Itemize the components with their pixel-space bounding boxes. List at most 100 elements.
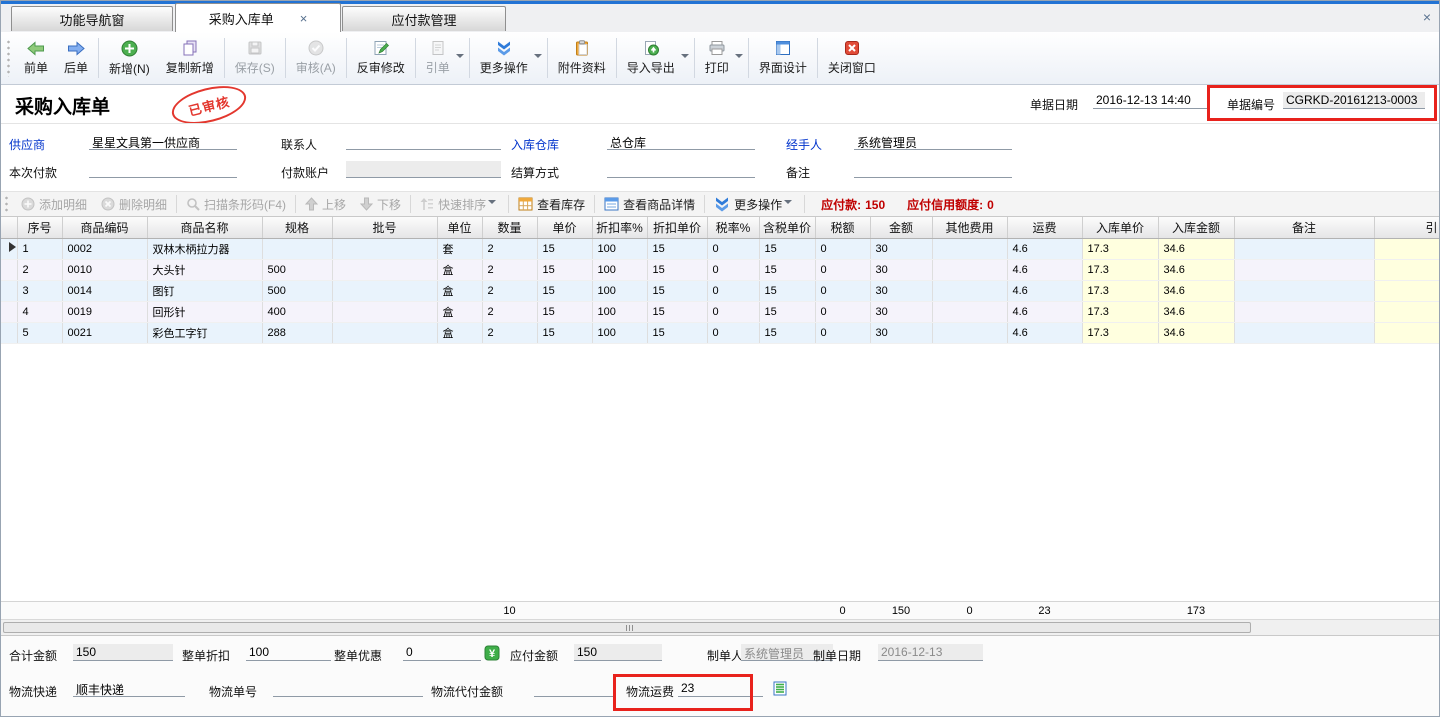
cell[interactable] — [332, 322, 437, 343]
detail-button-stock[interactable]: 查看库存 — [511, 196, 592, 213]
column-header-15[interactable]: 运费 — [1007, 217, 1082, 238]
cell[interactable]: 套 — [437, 238, 482, 259]
cell[interactable]: 彩色工字钉 — [147, 322, 262, 343]
cell[interactable]: 4 — [17, 301, 62, 322]
cell[interactable]: 30 — [870, 301, 932, 322]
cell[interactable]: 15 — [759, 259, 815, 280]
cell[interactable]: 100 — [592, 301, 647, 322]
cell[interactable]: 15 — [759, 238, 815, 259]
toolbar-button-chevrons[interactable]: 更多操作 — [472, 35, 536, 81]
toolbar-button-add[interactable]: 新增(N) — [101, 35, 158, 81]
cell[interactable] — [1234, 280, 1374, 301]
cell[interactable]: 双林木柄拉力器 — [147, 238, 262, 259]
field-input-7[interactable] — [854, 161, 1012, 178]
row-selector-cell[interactable] — [1, 259, 17, 280]
cell[interactable]: 17.3 — [1082, 280, 1158, 301]
cell[interactable]: 30 — [870, 322, 932, 343]
cell[interactable]: 4.6 — [1007, 280, 1082, 301]
cell[interactable]: 2 — [482, 301, 537, 322]
column-header-8[interactable]: 折扣率% — [592, 217, 647, 238]
cell[interactable] — [1374, 238, 1439, 259]
detail-button-scan[interactable]: 扫描条形码(F4) — [179, 196, 293, 213]
cell[interactable] — [1234, 322, 1374, 343]
cell[interactable]: 4.6 — [1007, 301, 1082, 322]
cell[interactable]: 盒 — [437, 280, 482, 301]
footer-input-row1-5[interactable]: 2016-12-13 — [878, 644, 983, 661]
cell[interactable]: 0021 — [62, 322, 147, 343]
footer-input-row2-0[interactable]: 顺丰快递 — [73, 680, 185, 697]
detail-button-detail[interactable]: 查看商品详情 — [597, 196, 702, 213]
footer-input-row1-1[interactable]: 100 — [246, 644, 331, 661]
toolbar-button-print[interactable]: 打印 — [697, 35, 737, 81]
cell[interactable]: 15 — [537, 322, 592, 343]
toolbar-button-save[interactable]: 保存(S) — [227, 35, 283, 81]
cell[interactable] — [332, 301, 437, 322]
cell[interactable]: 15 — [647, 238, 707, 259]
tab-purchase-inbound[interactable]: 采购入库单× — [175, 3, 341, 32]
cell[interactable]: 0002 — [62, 238, 147, 259]
cell[interactable]: 3 — [17, 280, 62, 301]
tab-nav-panel[interactable]: 功能导航窗 — [11, 6, 173, 31]
toolbar-button-design[interactable]: 界面设计 — [751, 35, 815, 81]
footer-input-row1-0[interactable]: 150 — [73, 644, 173, 661]
cell[interactable]: 0 — [707, 238, 759, 259]
dropdown-caret-icon[interactable] — [735, 54, 743, 62]
row-selector-cell[interactable] — [1, 238, 17, 259]
cell[interactable] — [1374, 322, 1439, 343]
doc-no-field[interactable]: CGRKD-20161213-0003 — [1283, 92, 1425, 109]
cell[interactable]: 5 — [17, 322, 62, 343]
field-input-0[interactable]: 星星文具第一供应商 — [89, 133, 237, 150]
cell[interactable]: 0 — [707, 280, 759, 301]
cell[interactable]: 2 — [17, 259, 62, 280]
cell[interactable] — [1234, 259, 1374, 280]
cell[interactable] — [932, 238, 1007, 259]
cell[interactable]: 0010 — [62, 259, 147, 280]
cell[interactable]: 17.3 — [1082, 301, 1158, 322]
column-header-7[interactable]: 单价 — [537, 217, 592, 238]
column-header-5[interactable]: 单位 — [437, 217, 482, 238]
cell[interactable]: 0 — [707, 259, 759, 280]
cell[interactable]: 15 — [537, 301, 592, 322]
dropdown-caret-icon[interactable] — [456, 54, 464, 62]
cell[interactable]: 100 — [592, 238, 647, 259]
cell[interactable]: 100 — [592, 259, 647, 280]
toolbar-drag-handle[interactable] — [6, 39, 11, 77]
cell[interactable]: 0 — [815, 238, 870, 259]
toolbar-button-attach[interactable]: 附件资料 — [550, 35, 614, 81]
footer-input-row2-3[interactable]: 23 — [678, 680, 763, 697]
cell[interactable]: 34.6 — [1158, 322, 1234, 343]
cell[interactable]: 0 — [707, 301, 759, 322]
dropdown-caret-icon[interactable] — [534, 54, 542, 62]
toolbar-button-doc[interactable]: 引单 — [418, 35, 458, 81]
freight-detail-button[interactable] — [773, 681, 789, 697]
detail-button-add-row[interactable]: 添加明细 — [14, 196, 94, 213]
field-input-5[interactable] — [346, 161, 501, 178]
tab-close-icon[interactable]: × — [300, 11, 308, 26]
cell[interactable]: 图钉 — [147, 280, 262, 301]
cell[interactable] — [932, 280, 1007, 301]
column-header-10[interactable]: 税率% — [707, 217, 759, 238]
cell[interactable]: 4.6 — [1007, 259, 1082, 280]
detail-button-sort[interactable]: 快速排序 — [413, 196, 506, 213]
cell[interactable]: 0 — [815, 280, 870, 301]
tab-payables[interactable]: 应付款管理 — [342, 6, 506, 31]
detail-button-move-up[interactable]: 上移 — [298, 196, 353, 213]
dropdown-caret-icon[interactable] — [784, 200, 792, 208]
row-selector-cell[interactable] — [1, 280, 17, 301]
footer-input-row1-3[interactable]: 150 — [574, 644, 662, 661]
column-header-3[interactable]: 规格 — [262, 217, 332, 238]
cell[interactable]: 15 — [647, 259, 707, 280]
column-header-12[interactable]: 税额 — [815, 217, 870, 238]
field-input-3[interactable]: 系统管理员 — [854, 133, 1012, 150]
cell[interactable] — [1374, 259, 1439, 280]
cell[interactable]: 回形针 — [147, 301, 262, 322]
cell[interactable]: 15 — [759, 301, 815, 322]
detail-button-chevrons[interactable]: 更多操作 — [707, 196, 802, 213]
cell[interactable]: 0 — [815, 322, 870, 343]
cell[interactable]: 17.3 — [1082, 238, 1158, 259]
toolbar-button-edit[interactable]: 反审修改 — [349, 35, 413, 81]
dropdown-caret-icon[interactable] — [488, 200, 496, 208]
column-header-13[interactable]: 金额 — [870, 217, 932, 238]
cell[interactable]: 30 — [870, 259, 932, 280]
row-selector-cell[interactable] — [1, 322, 17, 343]
